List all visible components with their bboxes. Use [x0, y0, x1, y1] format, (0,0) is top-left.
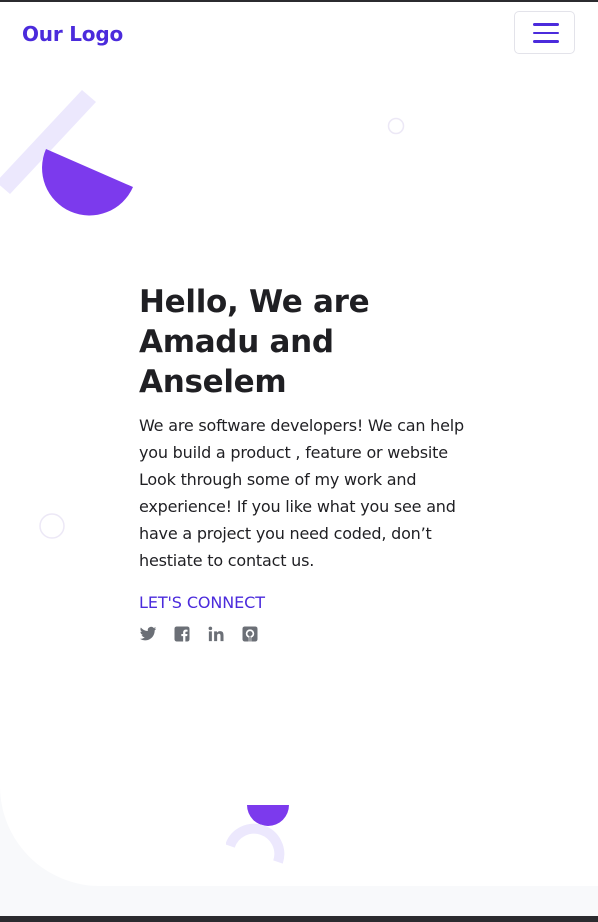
hero-content: Hello, We are Amadu and Anselem We are s… — [139, 282, 469, 644]
decor-bottom-semicircle — [247, 805, 289, 826]
hamburger-icon-bar — [533, 31, 559, 35]
decor-bottom-shapes — [226, 805, 289, 864]
social-links — [139, 624, 469, 644]
decor-small-ring — [387, 117, 405, 135]
facebook-icon[interactable] — [173, 625, 191, 643]
decor-bottom-arc — [226, 823, 285, 864]
linkedin-icon[interactable] — [207, 625, 225, 643]
github-icon[interactable] — [241, 625, 259, 643]
lets-connect-link[interactable]: LET'S CONNECT — [139, 593, 265, 612]
page-title: Hello, We are Amadu and Anselem — [139, 284, 370, 400]
hamburger-icon-bar — [533, 23, 559, 26]
logo[interactable]: Our Logo — [22, 22, 123, 46]
decor-left-ring — [39, 513, 65, 539]
page: Our Logo Hello, We are Amadu and Anselem — [0, 0, 598, 922]
bottom-divider — [0, 916, 598, 922]
decor-top-left — [0, 90, 134, 216]
decor-half-circle — [42, 149, 134, 216]
navbar: Our Logo — [0, 2, 598, 66]
hamburger-icon-bar — [533, 40, 559, 43]
twitter-icon[interactable] — [139, 625, 157, 643]
hero-section: Our Logo Hello, We are Amadu and Anselem — [0, 2, 598, 886]
menu-button[interactable] — [514, 11, 575, 54]
hero-intro: We are software developers! We can help … — [139, 416, 464, 570]
